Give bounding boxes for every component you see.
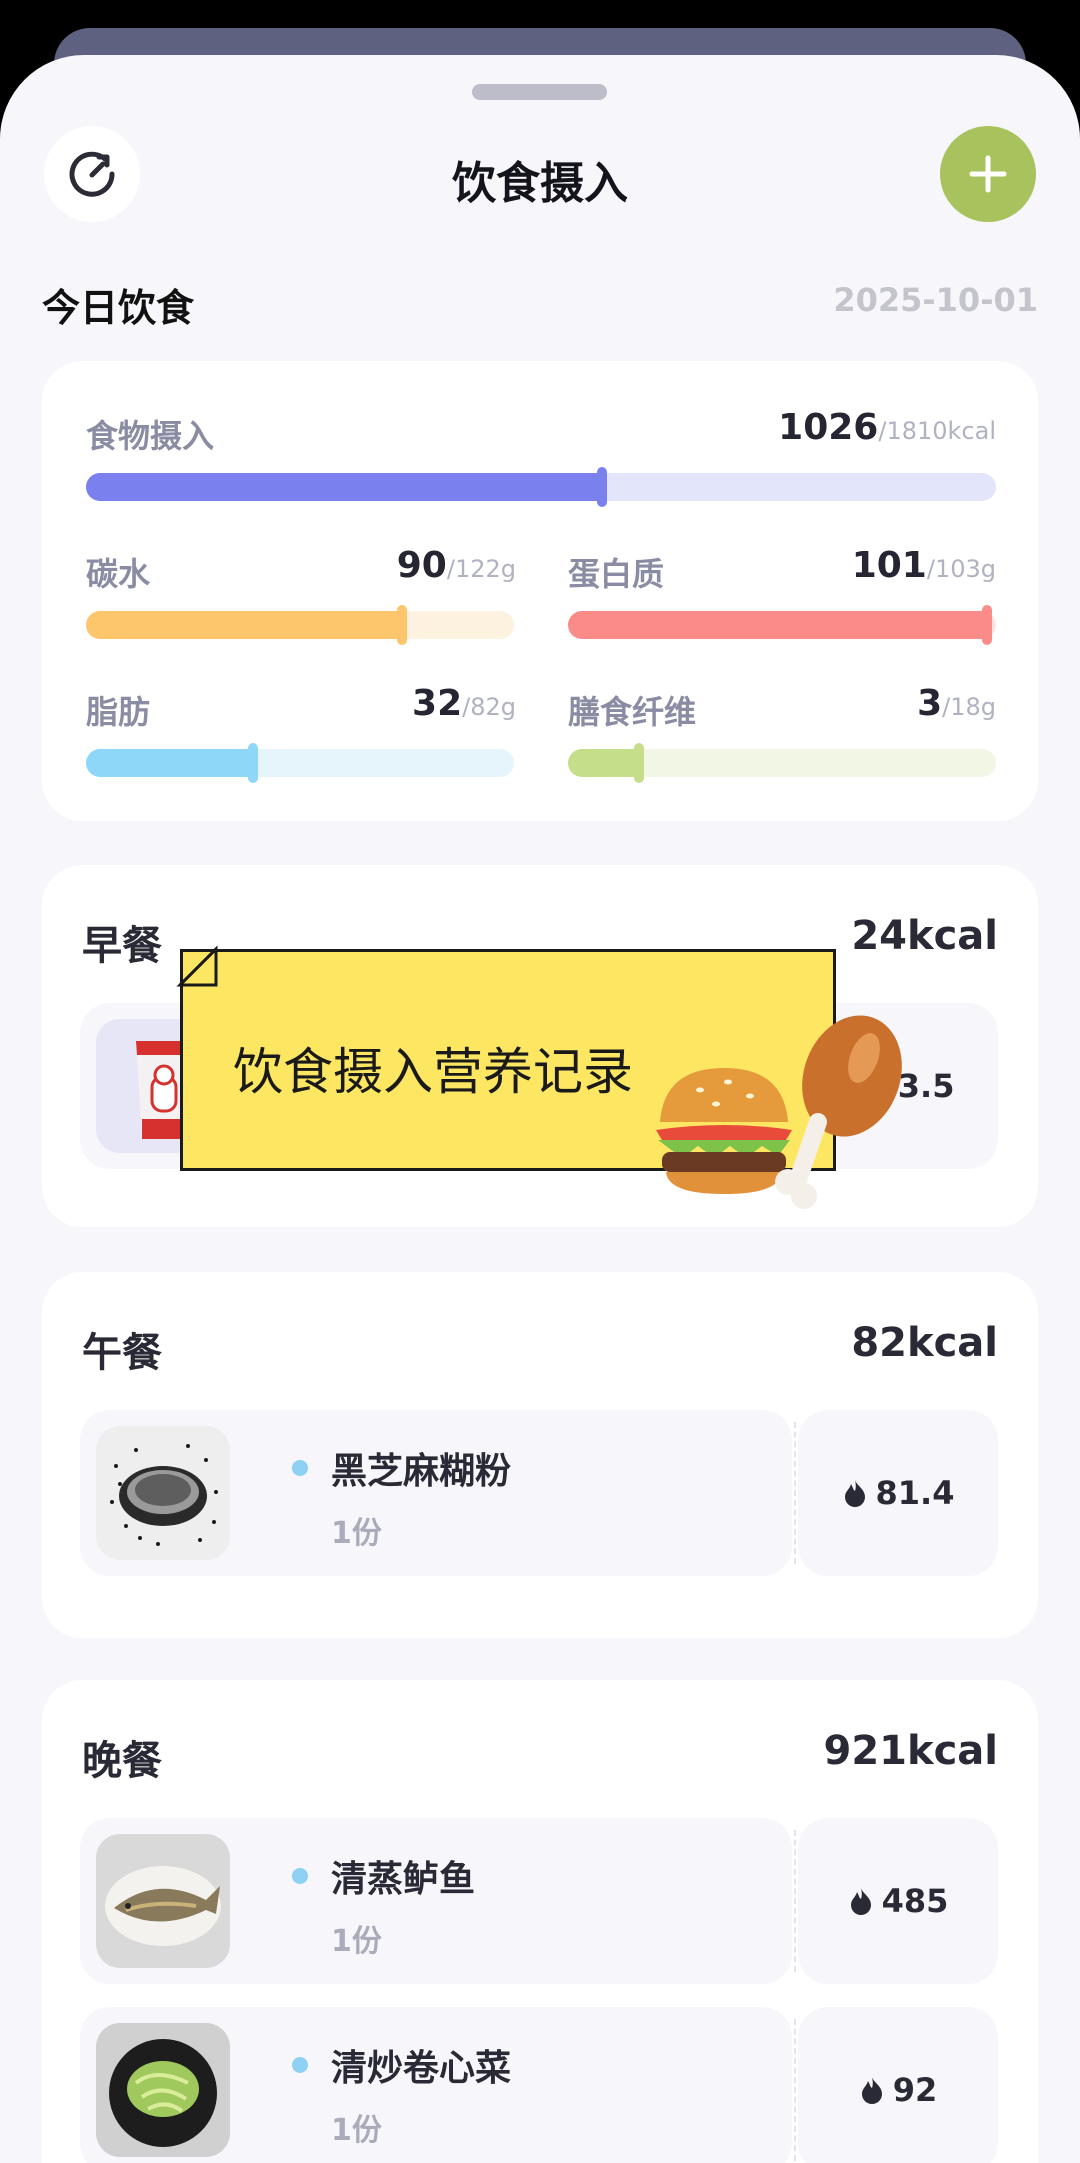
progress-marker <box>396 605 407 645</box>
meal-dot <box>292 1460 308 1476</box>
progress-fill <box>86 473 602 501</box>
food-intake-label: 食物摄入 <box>86 417 215 455</box>
protein-label: 蛋白质 <box>568 555 665 593</box>
food-quantity: 1份 <box>331 1516 382 1551</box>
sticker-caption: 饮食摄入营养记录 <box>233 1043 633 1101</box>
fiber-bar <box>568 743 996 783</box>
progress-marker <box>247 743 258 783</box>
food-info[interactable]: 黑芝麻糊粉 1份 <box>80 1410 792 1576</box>
food-kcal: 485 <box>881 1882 949 1920</box>
protein-value: 101/103g <box>851 545 996 586</box>
refresh-icon <box>69 151 115 197</box>
progress-fill <box>86 749 253 777</box>
carbs-label: 碳水 <box>86 555 151 593</box>
food-name: 清蒸鲈鱼 <box>331 1859 476 1900</box>
meal-dot <box>292 2057 308 2073</box>
food-kcal: 81.4 <box>875 1474 955 1512</box>
breakfast-title: 早餐 <box>82 923 162 969</box>
food-quantity: 1份 <box>331 2113 382 2148</box>
divider <box>794 1830 796 1972</box>
food-kcal-box: 92 <box>798 2007 998 2163</box>
food-item[interactable]: 黑芝麻糊粉 1份 81.4 <box>80 1410 998 1576</box>
progress-fill <box>568 611 988 639</box>
today-diet-title: 今日饮食 <box>42 286 195 330</box>
meal-dot <box>292 1868 308 1884</box>
progress-marker <box>634 743 645 783</box>
food-kcal-box: 81.4 <box>798 1410 998 1576</box>
flame-icon <box>844 1480 865 1507</box>
progress-fill <box>86 611 402 639</box>
flame-icon <box>850 1888 871 1915</box>
food-intake-value: 1026/1810kcal <box>778 407 996 448</box>
protein-bar <box>568 605 996 645</box>
food-thumbnail <box>96 1426 230 1560</box>
dinner-title: 晚餐 <box>82 1738 162 1784</box>
progress-fill <box>568 749 640 777</box>
food-info[interactable]: 清炒卷心菜 1份 <box>80 2007 792 2163</box>
food-kcal-box: 485 <box>798 1818 998 1984</box>
lunch-card[interactable]: 午餐 82kcal 黑芝麻糊粉 1份 81.4 <box>42 1272 1038 1638</box>
food-item[interactable]: 清蒸鲈鱼 1份 485 <box>80 1818 998 1984</box>
lunch-title: 午餐 <box>82 1330 162 1376</box>
divider <box>794 1422 796 1564</box>
fat-label: 脂肪 <box>86 693 151 731</box>
food-info[interactable]: 清蒸鲈鱼 1份 <box>80 1818 792 1984</box>
carbs-value: 90/122g <box>396 545 516 586</box>
add-food-button[interactable] <box>940 126 1036 222</box>
dinner-kcal: 921kcal <box>823 1728 998 1774</box>
lunch-kcal: 82kcal <box>851 1320 998 1366</box>
date-label: 2025-10-01 <box>833 281 1038 319</box>
nutrition-summary-card: 食物摄入 1026/1810kcal 碳水 90/122g 蛋白质 101/10… <box>42 361 1038 821</box>
sticker-fold <box>176 945 218 987</box>
progress-marker <box>982 605 993 645</box>
fiber-label: 膳食纤维 <box>568 693 697 731</box>
divider <box>794 2019 796 2161</box>
dinner-card[interactable]: 晚餐 921kcal 清蒸鲈鱼 1份 485 清炒卷心菜 1份 92 <box>42 1680 1038 2163</box>
fiber-value: 3/18g <box>917 683 996 724</box>
food-thumbnail <box>96 2023 230 2157</box>
food-item[interactable]: 清炒卷心菜 1份 92 <box>80 2007 998 2163</box>
drumstick-icon <box>775 1015 902 1209</box>
food-thumbnail <box>96 1834 230 1968</box>
food-quantity: 1份 <box>331 1924 382 1959</box>
food-kcal: 92 <box>892 2071 938 2109</box>
drag-handle[interactable] <box>472 84 607 100</box>
fat-bar <box>86 743 514 783</box>
food-intake-bar <box>86 467 996 507</box>
food-name: 黑芝麻糊粉 <box>331 1451 512 1492</box>
flame-icon <box>861 2077 882 2104</box>
plus-icon <box>969 155 1007 193</box>
refresh-button[interactable] <box>44 126 140 222</box>
carbs-bar <box>86 605 514 645</box>
fat-value: 32/82g <box>412 683 516 724</box>
breakfast-kcal: 24kcal <box>851 913 998 959</box>
food-name: 清炒卷心菜 <box>331 2048 512 2089</box>
page-title: 饮食摄入 <box>452 158 628 209</box>
progress-marker <box>596 467 607 507</box>
